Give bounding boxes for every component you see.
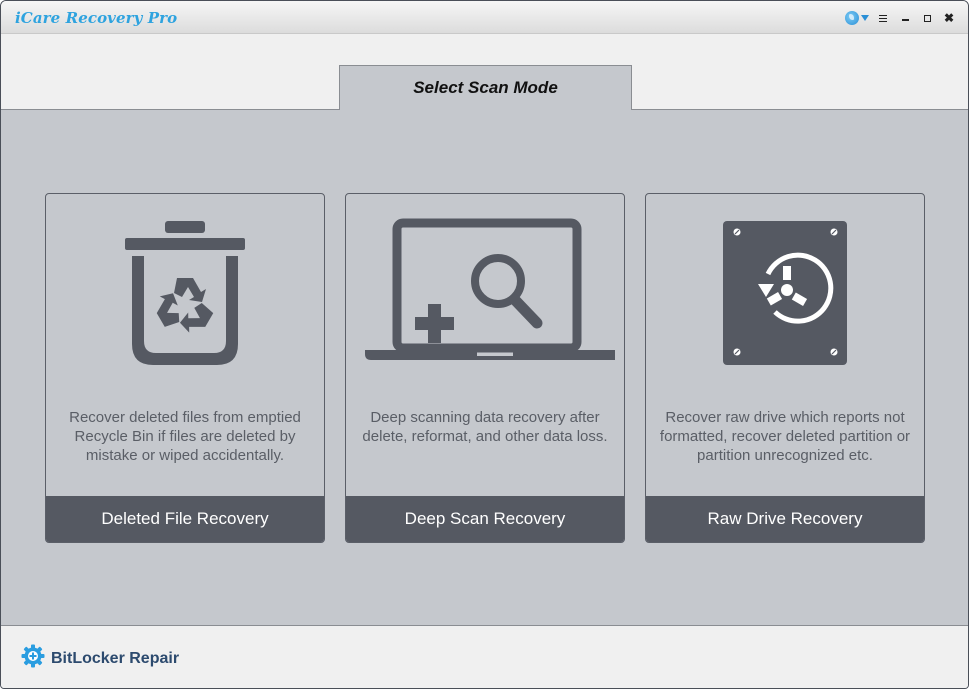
minimize-button[interactable] bbox=[894, 9, 916, 27]
gear-plus-icon bbox=[21, 644, 45, 673]
minimize-icon bbox=[901, 19, 909, 21]
tab-select-scan-mode[interactable]: Select Scan Mode bbox=[339, 65, 632, 110]
footer-bar: BitLocker Repair bbox=[1, 626, 968, 688]
bitlocker-repair-label: BitLocker Repair bbox=[51, 649, 180, 667]
app-window: iCare Recovery Pro ✖ Select Scan Mode Re… bbox=[0, 0, 969, 689]
recycle-bin-icon bbox=[46, 214, 324, 374]
raw-drive-recovery-card[interactable]: Recover raw drive which reports not form… bbox=[645, 193, 925, 543]
globe-icon bbox=[845, 11, 859, 25]
card-description: Recover deleted files from emptied Recyc… bbox=[69, 409, 301, 464]
deep-scan-recovery-button[interactable]: Deep Scan Recovery bbox=[346, 496, 624, 542]
laptop-search-icon bbox=[346, 214, 624, 374]
menu-icon bbox=[879, 14, 887, 22]
deleted-file-recovery-card[interactable]: Recover deleted files from emptied Recyc… bbox=[45, 193, 325, 543]
close-icon: ✖ bbox=[943, 11, 955, 25]
card-description: Recover raw drive which reports not form… bbox=[659, 409, 911, 464]
app-title: iCare Recovery Pro bbox=[15, 9, 178, 27]
hard-drive-recovery-icon bbox=[646, 214, 924, 374]
scan-mode-panel: Recover deleted files from emptied Recyc… bbox=[1, 109, 968, 626]
caret-down-icon bbox=[861, 15, 869, 21]
maximize-icon bbox=[923, 14, 931, 22]
language-button[interactable] bbox=[842, 9, 872, 27]
card-description: Deep scanning data recovery after delete… bbox=[362, 409, 608, 445]
deep-scan-recovery-card[interactable]: Deep scanning data recovery after delete… bbox=[345, 193, 625, 543]
raw-drive-recovery-button[interactable]: Raw Drive Recovery bbox=[646, 496, 924, 542]
deleted-file-recovery-button[interactable]: Deleted File Recovery bbox=[46, 496, 324, 542]
bitlocker-repair-button[interactable]: BitLocker Repair bbox=[21, 644, 179, 673]
menu-button[interactable] bbox=[872, 9, 894, 27]
maximize-button[interactable] bbox=[916, 9, 938, 27]
window-controls: ✖ bbox=[842, 9, 960, 27]
close-button[interactable]: ✖ bbox=[938, 9, 960, 27]
title-bar[interactable]: iCare Recovery Pro ✖ bbox=[1, 1, 968, 34]
